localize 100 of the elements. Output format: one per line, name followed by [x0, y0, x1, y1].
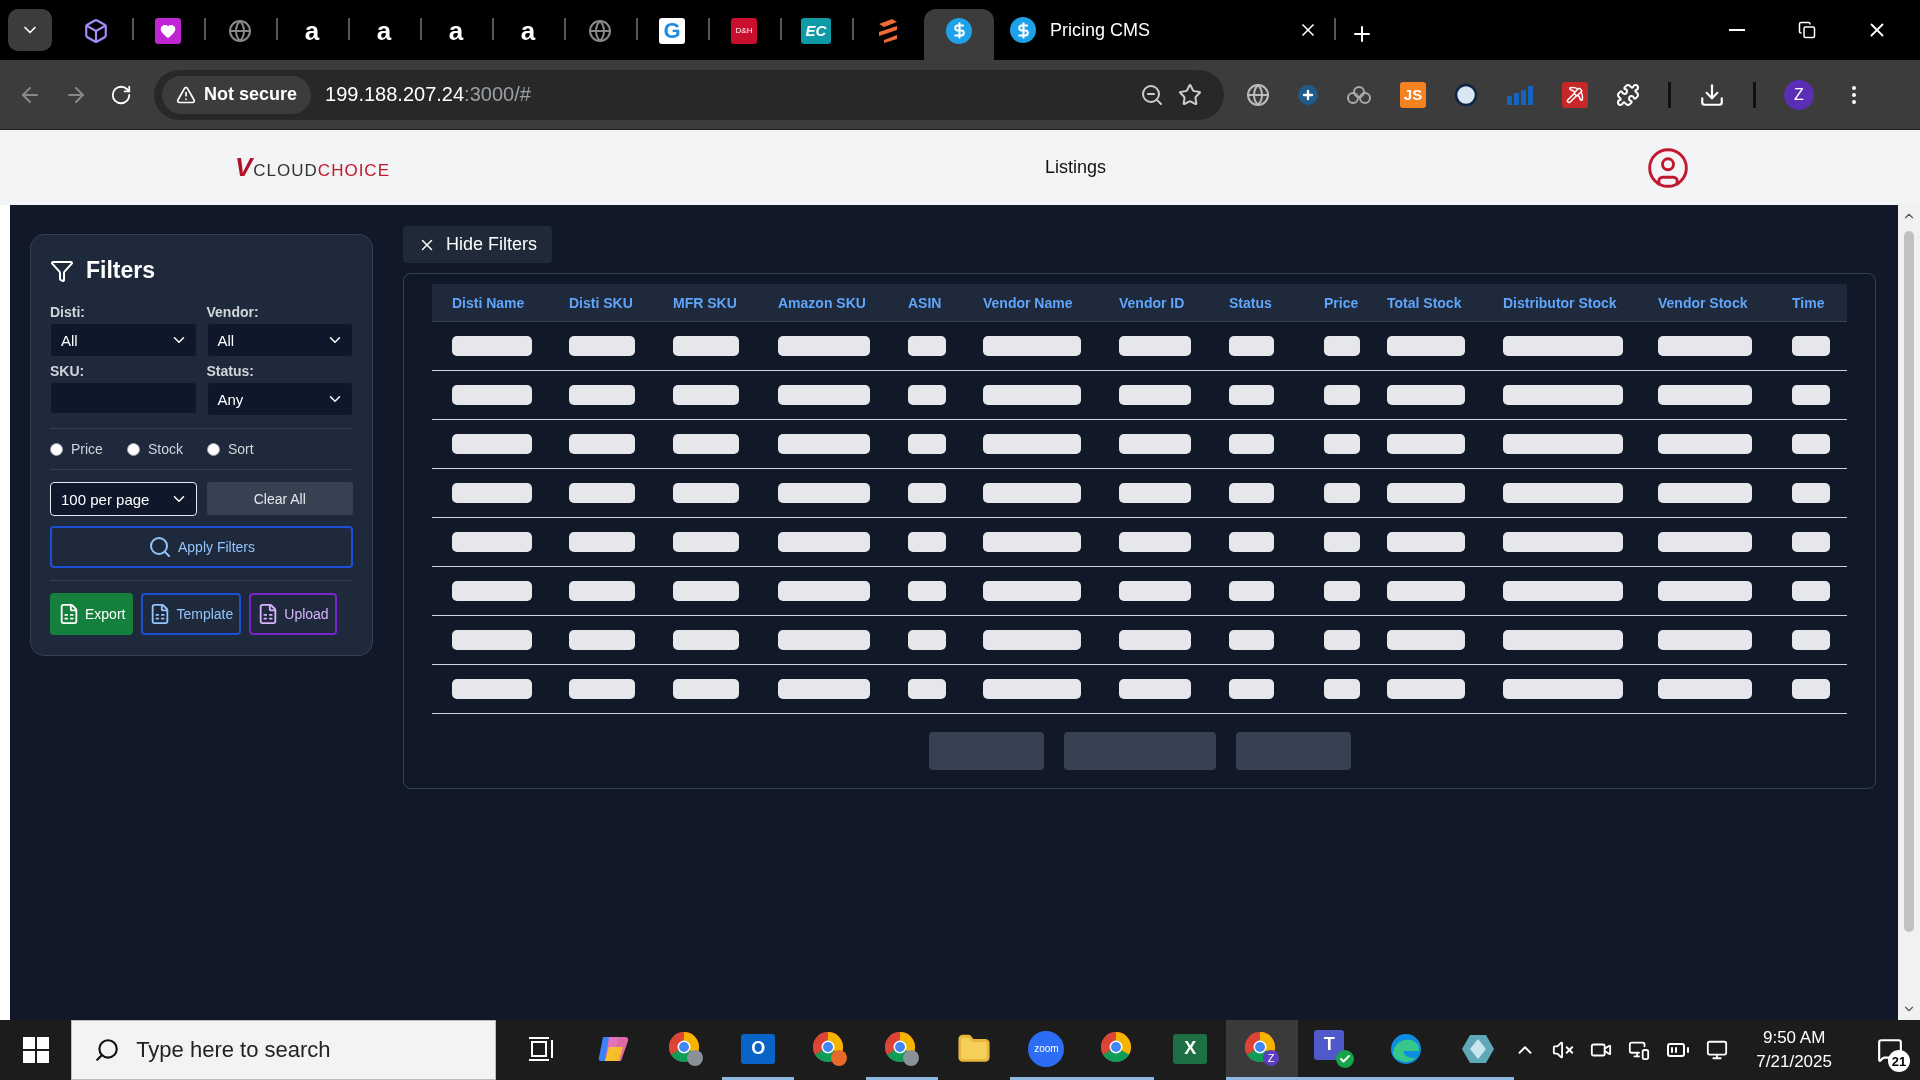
panel-title: Filters: [86, 257, 156, 284]
radio-option[interactable]: Price: [50, 441, 103, 457]
taskbar-app[interactable]: zoom: [1010, 1020, 1083, 1080]
taskbar-app[interactable]: X: [1154, 1020, 1227, 1080]
taskbar-app[interactable]: T: [1298, 1020, 1371, 1080]
letter-icon: EC: [801, 17, 831, 44]
radio-option[interactable]: Sort: [206, 441, 254, 457]
browser-tab[interactable]: D&H: [710, 9, 780, 60]
taskbar-app[interactable]: O: [722, 1020, 795, 1080]
zoom-out-icon[interactable]: [1140, 82, 1164, 107]
circle-icon[interactable]: [1454, 82, 1478, 107]
browser-tab[interactable]: G: [638, 9, 708, 60]
skeleton-bar: [569, 679, 635, 699]
select-field[interactable]: Any: [206, 382, 353, 416]
column-header[interactable]: Disti SKU: [549, 284, 653, 322]
skeleton-bar: [1229, 679, 1274, 699]
network-icon[interactable]: [1706, 1039, 1729, 1061]
field-label: SKU:: [50, 363, 86, 379]
device-icon[interactable]: [1628, 1039, 1651, 1061]
skeleton-bar: [673, 581, 739, 601]
pickaxe-icon[interactable]: [1562, 81, 1588, 108]
skeleton-bar: [1324, 385, 1360, 405]
security-chip[interactable]: Not secure: [162, 75, 312, 114]
template-button[interactable]: Template: [141, 593, 242, 635]
browser-tab[interactable]: [924, 9, 994, 60]
select-field[interactable]: All: [206, 323, 353, 357]
column-header[interactable]: Vendor Name: [963, 284, 1099, 322]
column-header[interactable]: Vendor Stock: [1638, 284, 1772, 322]
skeleton-bar: [908, 532, 946, 552]
letter-icon: a: [448, 17, 464, 44]
skeleton-bar: [1792, 581, 1830, 601]
taskbar-search-box[interactable]: Type here to search: [71, 1020, 497, 1080]
chrome-icon: [884, 1030, 921, 1067]
globe-icon: [588, 18, 612, 43]
skeleton-bar: [908, 483, 946, 503]
column-header[interactable]: Status: [1209, 284, 1304, 322]
profile-avatar[interactable]: Z: [1784, 79, 1814, 110]
skeleton-bar: [1324, 581, 1360, 601]
column-header[interactable]: Price: [1304, 284, 1367, 322]
browser-tab[interactable]: a: [350, 9, 420, 60]
user-icon[interactable]: [1646, 145, 1690, 190]
bookmark-star-icon[interactable]: [1178, 82, 1202, 107]
radio-icon[interactable]: [126, 442, 140, 456]
browser-tab[interactable]: Pricing CMS: [994, 9, 1334, 60]
notifications-button[interactable]: 21: [1860, 1020, 1920, 1080]
clear-all-button[interactable]: Clear All: [206, 482, 353, 515]
column-header[interactable]: Vendor ID: [1099, 284, 1209, 322]
export-button[interactable]: Export: [50, 593, 134, 635]
column-header[interactable]: Time: [1772, 284, 1847, 322]
apply-filters-button[interactable]: Apply Filters: [50, 526, 353, 568]
browser-tab[interactable]: a: [494, 9, 564, 60]
field-label: Status:: [206, 363, 255, 379]
reload-button[interactable]: [110, 83, 132, 106]
taskbar-app[interactable]: Z: [1226, 1020, 1299, 1080]
zoom-icon: zoom: [1028, 1030, 1065, 1067]
column-header[interactable]: Amazon SKU: [758, 284, 888, 322]
globe-icon: [228, 18, 252, 43]
cube-icon: [83, 17, 109, 44]
letter-icon: D&H: [731, 17, 757, 44]
select-field[interactable]: All: [50, 323, 197, 357]
letter-icon: a: [304, 17, 320, 44]
column-header[interactable]: Distributor Stock: [1483, 284, 1638, 322]
tab-search-button[interactable]: [8, 9, 52, 51]
muted-speaker-icon[interactable]: [1552, 1039, 1575, 1061]
browser-tab[interactable]: a: [422, 9, 492, 60]
url-text[interactable]: 199.188.207.24:3000/#: [325, 83, 1126, 106]
skeleton-bar: [569, 532, 635, 552]
clock[interactable]: 9:50 AM 7/21/2025: [1756, 1028, 1832, 1072]
rings-icon[interactable]: [1346, 84, 1372, 105]
per-page-select[interactable]: 100 per page: [50, 482, 197, 516]
skeleton-bar: [673, 336, 739, 356]
upload-button[interactable]: Upload: [249, 593, 337, 635]
reload-icon: [110, 83, 132, 106]
download-icon[interactable]: [1699, 81, 1725, 108]
extensions-icon[interactable]: [1616, 82, 1640, 107]
browser-tab[interactable]: a: [278, 9, 348, 60]
letter-icon: a: [520, 17, 536, 44]
globe-icon[interactable]: [1246, 82, 1270, 107]
hide-filters-button[interactable]: Hide Filters: [403, 226, 553, 263]
skeleton-bar: [1324, 679, 1360, 699]
chrome-icon: [668, 1030, 705, 1067]
column-header[interactable]: ASIN: [888, 284, 963, 322]
skeleton-bar: [1229, 630, 1274, 650]
field-label: Vendor:: [206, 304, 260, 320]
radio-option[interactable]: Stock: [126, 441, 183, 457]
nav-link[interactable]: Listings: [975, 157, 1106, 178]
logo[interactable]: VCLOUDCHOICE: [235, 152, 435, 183]
column-header[interactable]: Disti Name: [432, 284, 549, 322]
taskbar-search-field[interactable]: Type here to search: [136, 1021, 496, 1079]
column-header[interactable]: MFR SKU: [653, 284, 758, 322]
skeleton-bar: [673, 679, 739, 699]
restore-icon: [1798, 21, 1816, 39]
radio-icon[interactable]: [50, 442, 63, 456]
skeleton-bar: [1792, 630, 1830, 650]
column-header[interactable]: Total Stock: [1367, 284, 1483, 322]
skeleton-bar: [1324, 434, 1360, 454]
plus-badge-icon[interactable]: [1298, 84, 1318, 105]
scrollbar[interactable]: [1898, 205, 1920, 1020]
skeleton-bar: [1792, 483, 1830, 503]
radio-icon[interactable]: [206, 442, 220, 456]
